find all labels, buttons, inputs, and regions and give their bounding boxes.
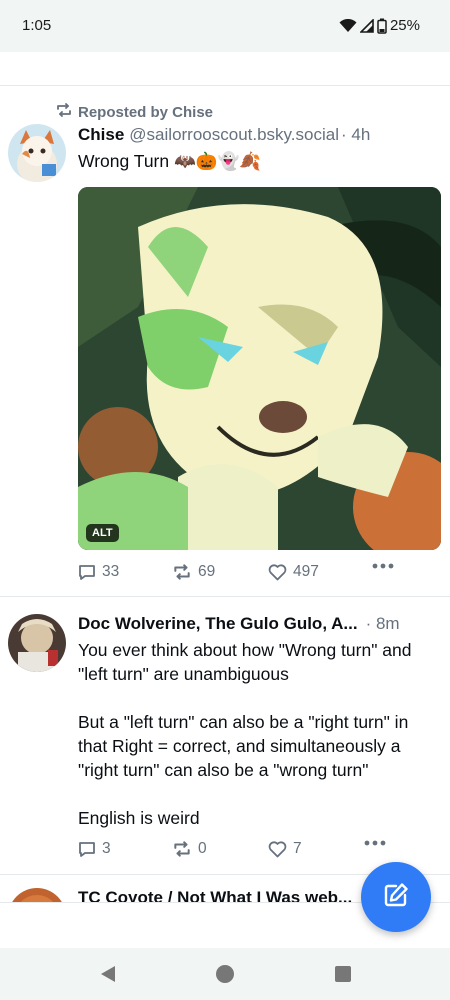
repost-icon (55, 103, 73, 121)
like-button[interactable]: 497 (268, 563, 319, 581)
author-name[interactable]: Doc Wolverine, The Gulo Gulo, A... (78, 614, 358, 634)
repost-button[interactable]: 69 (172, 563, 215, 581)
reply-count: 3 (102, 840, 111, 857)
repost-label: Reposted by Chise (78, 103, 214, 121)
post-header: Doc Wolverine, The Gulo Gulo, A... · 8m (78, 614, 400, 634)
post-text: Wrong Turn 🦇🎃👻🍂 (78, 149, 440, 173)
more-options-button[interactable] (372, 563, 394, 569)
reply-count: 33 (102, 563, 120, 580)
repost-icon (172, 841, 192, 857)
post-text-line: Wrong Turn 🦇🎃👻🍂 (78, 151, 262, 171)
repost-count: 69 (198, 563, 216, 580)
post-time: · 8m (365, 614, 400, 633)
post-actions: 3 0 7 (78, 840, 408, 864)
status-icons: 25% (339, 17, 420, 34)
repost-button[interactable]: 0 (172, 840, 207, 858)
reply-icon (78, 563, 96, 581)
feed-header (0, 52, 450, 86)
status-bar: 1:05 25% (0, 0, 450, 52)
post-image[interactable]: ALT (78, 187, 441, 550)
status-time: 1:05 (22, 17, 52, 34)
more-icon (364, 840, 386, 846)
compose-button[interactable] (361, 862, 431, 932)
back-icon (101, 966, 115, 982)
author-handle[interactable]: @sailorrooscout.bsky.social (129, 125, 339, 145)
back-button[interactable] (98, 964, 118, 984)
like-button[interactable]: 7 (268, 840, 302, 858)
wifi-icon (339, 18, 357, 33)
like-count: 497 (293, 563, 319, 580)
post-header: Chise @sailorrooscout.bsky.social · 4h (78, 125, 370, 145)
battery-percent: 25% (389, 17, 420, 34)
more-icon (372, 563, 394, 569)
repost-icon (172, 564, 192, 580)
recents-icon (335, 966, 351, 982)
like-count: 7 (293, 840, 302, 857)
alt-text-badge[interactable]: ALT (86, 524, 119, 542)
like-icon (268, 840, 287, 858)
like-icon (268, 563, 287, 581)
post-time: · 4h (340, 125, 371, 144)
post-actions: 33 69 497 (78, 563, 408, 587)
more-options-button[interactable] (364, 840, 386, 846)
compose-icon (382, 881, 410, 914)
feed-post[interactable]: Doc Wolverine, The Gulo Gulo, A... · 8m … (0, 598, 450, 875)
avatar[interactable] (8, 124, 66, 182)
author-name[interactable]: Chise (78, 125, 124, 145)
recents-button[interactable] (333, 964, 353, 984)
home-icon (216, 965, 234, 983)
avatar[interactable] (8, 614, 66, 672)
feed-post[interactable]: Reposted by Chise Chise @sailorrooscout.… (0, 87, 450, 597)
signal-icon (359, 18, 374, 33)
post-text: You ever think about how "Wrong turn" an… (78, 638, 440, 830)
post-paragraph: English is weird (78, 808, 200, 828)
post-paragraph: You ever think about how "Wrong turn" an… (78, 640, 412, 684)
system-navigation-bar (0, 948, 450, 1000)
battery-icon (377, 18, 387, 34)
post-paragraph: But a "left turn" can also be a "right t… (78, 712, 409, 780)
repost-indicator[interactable]: Reposted by Chise (55, 103, 213, 121)
home-button[interactable] (215, 964, 235, 984)
repost-count: 0 (198, 840, 207, 857)
reply-button[interactable]: 33 (78, 563, 119, 581)
reply-icon (78, 840, 96, 858)
reply-button[interactable]: 3 (78, 840, 111, 858)
